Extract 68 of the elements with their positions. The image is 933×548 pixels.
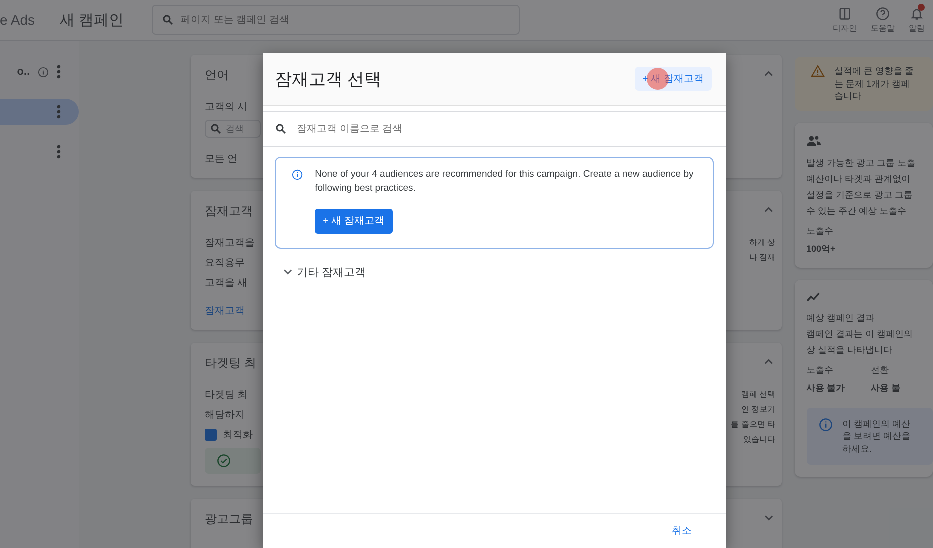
- info-text: 이 캠페인의 예산: [842, 418, 911, 430]
- info-icon: [292, 168, 304, 182]
- section-text: 하게 상: [749, 237, 776, 248]
- card-text: 예산이나 타겟과 관계없이: [806, 172, 912, 186]
- section-title: 잠재고객: [204, 203, 254, 220]
- toolbar-button[interactable]: 도움말: [871, 6, 895, 34]
- warning-text: 습니다: [834, 90, 862, 103]
- card-text: 발생 가능한 광고 그룹 노출: [806, 156, 917, 169]
- search-icon: [210, 123, 222, 135]
- section-text: 해당하지: [204, 409, 246, 422]
- trend-icon: [806, 292, 820, 302]
- section-title: 타겟팅 최: [204, 355, 258, 372]
- section-text: 나 잠재: [749, 252, 776, 263]
- section-link[interactable]: 잠재고객: [204, 304, 261, 318]
- card-text: 예상 캠페인 결과: [806, 312, 876, 324]
- section-text: 인 정보기: [741, 404, 776, 415]
- section-text: 요직용무: [204, 257, 246, 270]
- search-icon: [275, 123, 287, 135]
- section-text: 고객의 시: [204, 101, 249, 114]
- section-text: 캠페 선택: [741, 389, 776, 400]
- metric-value: 사용 불: [871, 382, 901, 394]
- info-text: 하세요.: [842, 442, 874, 455]
- product-name: e Ads: [0, 12, 36, 28]
- cancel-button[interactable]: 취소: [666, 523, 698, 539]
- search-field[interactable]: 페이지 또는 캠페인 검색: [152, 5, 520, 35]
- section-title: 언어: [204, 67, 230, 84]
- info-text: None of your 4 audiences are recommended for this campaign. Create a new audience by following best practices.: [315, 168, 695, 196]
- checkbox[interactable]: [204, 429, 217, 441]
- section-title: 광고그룹: [204, 511, 254, 528]
- metric-value: 100억+: [806, 243, 836, 256]
- section-text: 고객을 새: [204, 277, 249, 290]
- toolbar-button[interactable]: 알림: [909, 6, 925, 34]
- search-field[interactable]: 검색: [204, 120, 261, 138]
- section-text: 타겟팅 최: [204, 389, 249, 402]
- card-text: 수 있는 주간 예상 노출수: [806, 205, 908, 218]
- section-text: 잠재고객을: [204, 237, 256, 250]
- page-title: 새 캠페인: [60, 10, 126, 30]
- help-icon: [876, 6, 890, 20]
- sidebar-item[interactable]: o..: [0, 59, 80, 85]
- warning-text: 는 문제 1개가 캠페: [834, 78, 912, 90]
- card-text: 설정을 기준으로 광고 그룹: [806, 189, 914, 202]
- metric-label: 노출수: [806, 225, 834, 238]
- section-text: 를 줄으면 타: [731, 419, 776, 430]
- more-icon[interactable]: [57, 145, 62, 159]
- more-icon[interactable]: [57, 105, 62, 119]
- group-toggle[interactable]: 기타 잠재고객: [281, 264, 366, 280]
- section-text: 있습니다: [744, 434, 776, 445]
- checkbox-label: 최적화: [222, 429, 253, 442]
- info-icon: [818, 418, 832, 432]
- check-circle-icon: [216, 454, 231, 468]
- bell-icon: [910, 6, 924, 20]
- more-icon[interactable]: [57, 65, 62, 79]
- people-icon: [806, 134, 820, 147]
- sidebar-label: o..: [17, 66, 30, 78]
- card-text: 상 실적을 나타냅니다: [806, 344, 894, 356]
- dialog-title: 잠재고객 선택: [275, 68, 382, 90]
- warning-icon: [810, 65, 824, 77]
- metric-value: 사용 불가: [806, 382, 846, 394]
- search-icon: [162, 14, 174, 26]
- metric-label: 전환: [871, 364, 890, 376]
- metric-label: 노출수: [806, 364, 834, 376]
- toolbar-button[interactable]: 디자인: [833, 6, 857, 34]
- new-audience-button[interactable]: + 새 잠재고객: [315, 208, 392, 234]
- warning-text: 실적에 큰 영향을 줄: [834, 65, 914, 78]
- section-text: 모든 언: [204, 153, 239, 166]
- new-audience-button[interactable]: + 새 잠재고객: [634, 67, 712, 91]
- info-text: 을 보려면 예산을: [842, 430, 911, 443]
- card-text: 캠페인 결과는 이 캠페인의: [806, 328, 914, 340]
